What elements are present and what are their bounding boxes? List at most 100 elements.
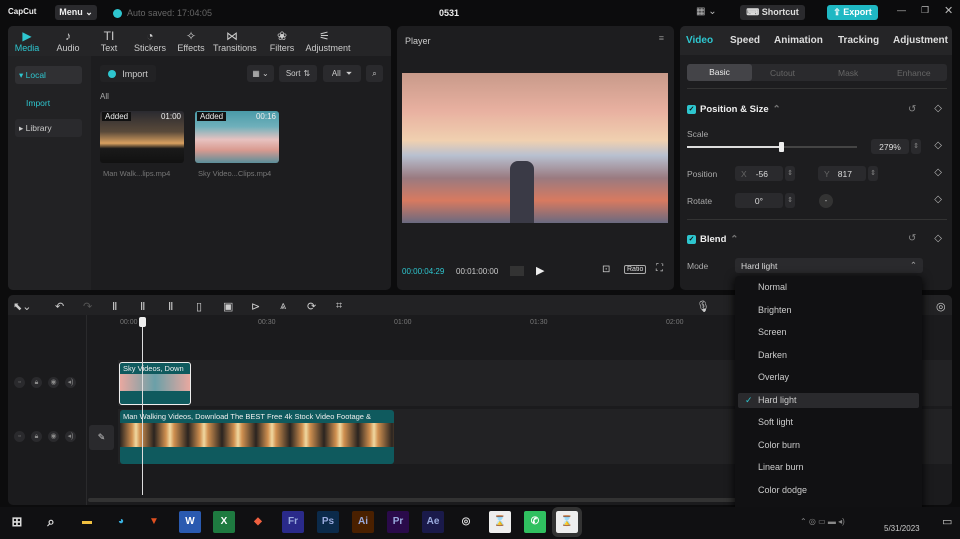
ps-app-icon[interactable]: Ps [317, 511, 339, 533]
checkbox-icon[interactable]: ✓ [687, 105, 696, 114]
fr-app-icon[interactable]: Fr [282, 511, 304, 533]
x-stepper[interactable]: ⇕ [785, 166, 795, 181]
blend-option-linear-burn[interactable]: Linear burn [738, 460, 919, 475]
reverse-icon[interactable]: ⊳ [251, 300, 260, 313]
notification-icon[interactable]: ▭ [942, 515, 952, 528]
tab-adjustment[interactable]: ⚟ Adjustment [306, 29, 351, 53]
reset-icon[interactable]: ↺ [908, 233, 916, 244]
file-explorer-icon[interactable]: ▬ [76, 511, 98, 533]
position-x-input[interactable]: X -56 [735, 166, 783, 181]
ai-app-icon[interactable]: Ai [352, 511, 374, 533]
sidebar-local[interactable]: ▾ Local [15, 66, 82, 84]
y-stepper[interactable]: ⇕ [868, 166, 878, 181]
ratio-button[interactable]: Ratio [624, 265, 647, 274]
keyframe-icon[interactable]: ◇ [934, 140, 942, 151]
tab-stickers[interactable]: ◔ Stickers [131, 29, 169, 53]
rotate-icon[interactable]: ⟳ [307, 300, 316, 313]
tab-transitions[interactable]: ⋈ Transitions [213, 29, 257, 53]
capcut-taskbar-icon[interactable]: ⌛ [489, 511, 511, 533]
subtab-basic[interactable]: Basic [687, 64, 752, 81]
microphone-icon[interactable]: 🎙 [696, 300, 710, 313]
keyframe-icon[interactable]: ◇ [934, 167, 942, 178]
freeze-icon[interactable]: ▣ [223, 300, 233, 313]
audio-icon[interactable]: ◂) [65, 377, 76, 388]
clip-man-walking[interactable]: Man Walking Videos, Download The BEST Fr… [120, 410, 394, 464]
tab-media[interactable]: ▶ Media [8, 29, 46, 53]
reset-icon[interactable]: ↺ [908, 104, 916, 115]
subtab-mask[interactable]: Mask [838, 68, 858, 78]
view-toggle[interactable]: ▦ ⌄ [247, 65, 274, 82]
scale-input[interactable]: 279% [871, 139, 909, 154]
capcut-active-icon[interactable]: ⌛ [552, 507, 582, 537]
undo-icon[interactable]: ↶ [55, 300, 64, 313]
timecode-toggle[interactable] [510, 266, 524, 276]
lock-icon[interactable]: 🔒︎ [31, 431, 42, 442]
position-y-input[interactable]: Y 817 [818, 166, 866, 181]
minimize-button[interactable]: — [897, 5, 906, 15]
keyframe-icon[interactable]: ◇ [934, 194, 942, 205]
crop-icon[interactable]: ⌗ [336, 300, 342, 313]
subtab-enhance[interactable]: Enhance [897, 68, 931, 78]
tab-audio[interactable]: ♪ Audio [49, 29, 87, 53]
tab-video[interactable]: Video [686, 35, 713, 46]
split-icon[interactable]: Ⅱ [112, 300, 117, 313]
tab-filters[interactable]: ❀ Filters [263, 29, 301, 53]
eye-icon[interactable]: ◉ [48, 431, 59, 442]
tab-text[interactable]: TI Text [90, 29, 128, 53]
fullscreen-icon[interactable]: ⛶ [656, 263, 663, 274]
edit-cover-button[interactable]: ✎ [89, 425, 114, 450]
keyframe-icon[interactable]: ◇ [934, 233, 942, 244]
timeline-scrollbar[interactable] [88, 498, 738, 502]
layout-icon[interactable]: ▦ ⌄ [696, 6, 717, 17]
ae-app-icon[interactable]: Ae [422, 511, 444, 533]
cover-icon[interactable]: ▫ [14, 377, 25, 388]
eye-icon[interactable]: ◉ [48, 377, 59, 388]
blend-header[interactable]: ✓ Blend ⌃ [687, 234, 738, 245]
word-icon[interactable]: W [179, 511, 201, 533]
blend-option-darken[interactable]: Darken [738, 348, 919, 363]
mirror-icon[interactable]: ⩓ [280, 300, 286, 313]
scale-slider[interactable] [687, 142, 857, 152]
audio-icon[interactable]: ◂) [65, 431, 76, 442]
filter-button[interactable]: All ⏷ [323, 65, 361, 82]
blend-option-overlay[interactable]: Overlay [738, 370, 919, 385]
media-item-man-walking[interactable]: Added 01:00 [100, 111, 184, 163]
sidebar-import[interactable]: Import [26, 98, 50, 108]
playhead[interactable] [139, 317, 146, 495]
rotate-dial[interactable]: - [819, 194, 833, 208]
zoom-fit-icon[interactable]: ⊡ [602, 264, 610, 275]
sidebar-library[interactable]: ▸ Library [15, 119, 82, 137]
blend-option-brighten[interactable]: Brighten [738, 303, 919, 318]
search-button[interactable]: ⌕ [366, 65, 383, 82]
play-button[interactable]: ▶ [536, 264, 544, 277]
blend-option-color-dodge[interactable]: Color dodge [738, 483, 919, 498]
import-button[interactable]: Import [100, 65, 156, 82]
shortcut-button[interactable]: ⌨ Shortcut [740, 5, 805, 20]
menu-button[interactable]: Menu ⌄ [55, 5, 97, 20]
blend-option-screen[interactable]: Screen [738, 325, 919, 340]
checkbox-icon[interactable]: ✓ [687, 235, 696, 244]
excel-icon[interactable]: X [213, 511, 235, 533]
cover-icon[interactable]: ▫ [14, 431, 25, 442]
close-button[interactable]: ✕ [944, 4, 953, 17]
tab-speed[interactable]: Speed [730, 35, 760, 46]
tab-adjustment[interactable]: Adjustment [893, 35, 948, 46]
delete-icon[interactable]: ▯ [196, 300, 202, 313]
blend-option-normal[interactable]: Normal [738, 280, 919, 295]
rotate-input[interactable]: 0° [735, 193, 783, 208]
sort-button[interactable]: Sort ⇅ [279, 65, 317, 82]
timeline-settings-icon[interactable]: ◎ [936, 300, 946, 313]
tab-animation[interactable]: Animation [774, 35, 823, 46]
obs-icon[interactable]: ◎ [455, 511, 477, 533]
lock-icon[interactable]: 🔒︎ [31, 377, 42, 388]
tab-tracking[interactable]: Tracking [838, 35, 879, 46]
subtab-cutout[interactable]: Cutout [770, 68, 795, 78]
maximize-button[interactable]: ❐ [921, 5, 929, 16]
blend-option-soft-light[interactable]: Soft light [738, 415, 919, 430]
figma-icon[interactable]: ◆ [247, 511, 269, 533]
media-item-sky[interactable]: Added 00:16 [195, 111, 279, 163]
scale-slider-handle[interactable] [778, 142, 784, 152]
player-menu-icon[interactable]: ≡ [659, 33, 664, 43]
scale-stepper[interactable]: ⇕ [911, 139, 921, 154]
blend-option-color-burn[interactable]: Color burn [738, 438, 919, 453]
